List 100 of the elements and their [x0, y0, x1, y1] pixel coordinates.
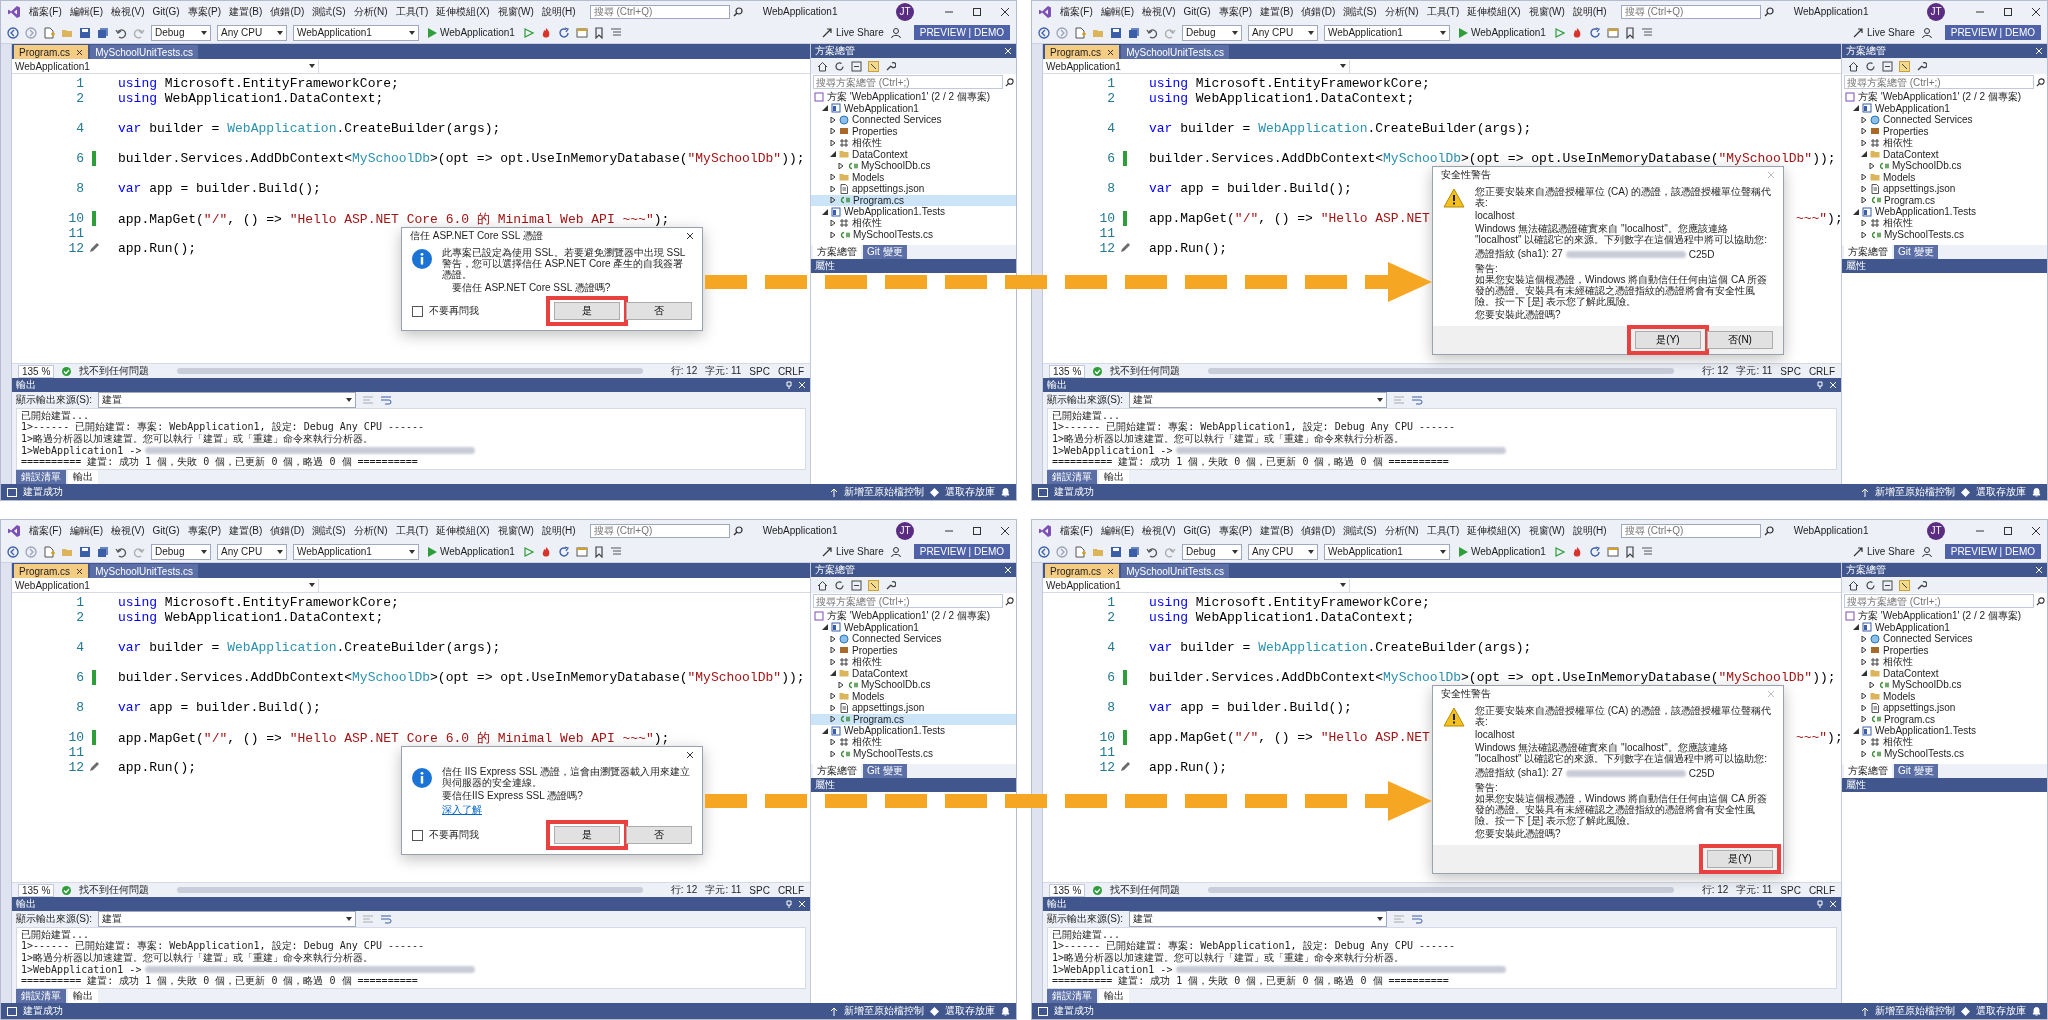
back-icon[interactable]: [1038, 26, 1050, 39]
bell-icon[interactable]: [1001, 1006, 1010, 1016]
tree-item[interactable]: 相依性: [1842, 137, 2047, 149]
panel-tab[interactable]: Git 變更: [863, 764, 907, 778]
menu-item[interactable]: 檔案(F): [29, 523, 62, 538]
platform-dropdown[interactable]: Any CPU: [217, 24, 287, 41]
line-ending[interactable]: CRLF: [777, 884, 804, 896]
output-source-dropdown[interactable]: 建置: [98, 392, 357, 408]
configuration-dropdown[interactable]: Debug: [1182, 543, 1242, 560]
platform-dropdown[interactable]: Any CPU: [217, 543, 287, 560]
expander-icon[interactable]: [830, 739, 836, 746]
menu-item[interactable]: 檔案(F): [29, 4, 62, 19]
expander-icon[interactable]: [830, 128, 836, 135]
expander-icon[interactable]: [1861, 716, 1867, 723]
menu-item[interactable]: 測試(S): [312, 4, 346, 19]
dialog-button[interactable]: 否: [626, 302, 692, 320]
browser-icon[interactable]: [1606, 26, 1619, 39]
expander-icon[interactable]: [830, 139, 836, 146]
repository-button[interactable]: 選取存放庫: [945, 485, 995, 499]
menu-item[interactable]: 建置(B): [229, 4, 263, 19]
menu-item[interactable]: 建置(B): [229, 523, 263, 538]
startup-project-dropdown[interactable]: WebApplication1: [1324, 543, 1450, 560]
menu-item[interactable]: 偵錯(D): [270, 523, 305, 538]
project-navigation-dropdown[interactable]: WebApplication1: [12, 59, 319, 73]
save-all-icon[interactable]: [1128, 26, 1140, 39]
expander-icon[interactable]: [830, 670, 836, 677]
bell-icon[interactable]: [2032, 1006, 2041, 1016]
menu-item[interactable]: 偵錯(D): [1301, 4, 1336, 19]
pencil-icon[interactable]: [1119, 242, 1131, 254]
pin-icon[interactable]: [1816, 381, 1824, 389]
menu-item[interactable]: 視窗(W): [497, 4, 534, 19]
expander-icon[interactable]: [1869, 681, 1875, 688]
menu-item[interactable]: Git(G): [1183, 525, 1211, 536]
menu-item[interactable]: 分析(N): [353, 523, 388, 538]
menu-item[interactable]: 編輯(E): [1100, 523, 1135, 538]
menu-item[interactable]: 專案(P): [1218, 523, 1253, 538]
close-icon[interactable]: [2031, 6, 2041, 17]
new-file-icon[interactable]: [43, 26, 55, 39]
menu-item[interactable]: 專案(P): [187, 523, 222, 538]
panel-tab[interactable]: Git 變更: [1894, 764, 1938, 778]
browser-icon[interactable]: [575, 26, 588, 39]
play-outline-icon[interactable]: [1554, 27, 1565, 38]
tree-item[interactable]: 相依性: [811, 137, 1016, 149]
checkbox[interactable]: [412, 829, 423, 841]
word-wrap-icon[interactable]: [1411, 914, 1424, 924]
menu-item[interactable]: 專案(P): [1218, 4, 1253, 19]
panel-tab[interactable]: 方案總管: [1844, 245, 1892, 259]
bookmark-icon[interactable]: [1624, 545, 1635, 558]
tree-item[interactable]: Program.cs: [1842, 194, 2047, 206]
menu-item[interactable]: 視窗(W): [497, 523, 534, 538]
tree-item[interactable]: WebApplication1.Tests: [811, 206, 1016, 218]
menu-item[interactable]: 分析(N): [353, 4, 388, 19]
expander-icon[interactable]: [1861, 128, 1867, 135]
menu-item[interactable]: Git(G): [1183, 6, 1211, 17]
run-button[interactable]: WebApplication1: [1456, 546, 1549, 557]
tree-item[interactable]: Properties: [811, 125, 1016, 137]
tree-item[interactable]: WebApplication1: [1842, 621, 2047, 633]
expander-icon[interactable]: [1861, 647, 1867, 654]
tree-item[interactable]: DataContext: [811, 667, 1016, 679]
checkbox[interactable]: [412, 305, 423, 317]
zoom-level[interactable]: 135 %: [18, 883, 55, 897]
whitespace-mode[interactable]: SPC: [749, 365, 770, 377]
bookmark-icon[interactable]: [593, 26, 604, 39]
close-icon[interactable]: [1000, 525, 1010, 536]
tree-item[interactable]: Connected Services: [811, 633, 1016, 645]
new-file-icon[interactable]: [1074, 545, 1086, 558]
panel-tab[interactable]: 方案總管: [1844, 764, 1892, 778]
undo-icon[interactable]: [1146, 545, 1158, 558]
collapse-icon[interactable]: [851, 579, 862, 591]
horizontal-scrollbar[interactable]: [177, 887, 643, 893]
pin-icon[interactable]: [785, 900, 793, 908]
menu-item[interactable]: 延伸模組(X): [1467, 4, 1521, 19]
platform-dropdown[interactable]: Any CPU: [1248, 543, 1318, 560]
tree-item[interactable]: MySchoolDb.cs: [811, 160, 1016, 172]
live-share-button[interactable]: Live Share: [821, 27, 884, 38]
wrench-icon[interactable]: [1916, 579, 1927, 591]
tree-item[interactable]: DataContext: [811, 148, 1016, 160]
menu-item[interactable]: 建置(B): [1260, 4, 1294, 19]
document-tab[interactable]: MySchoolUnitTests.cs: [1121, 564, 1229, 578]
word-wrap-icon[interactable]: [1411, 395, 1424, 405]
horizontal-scrollbar[interactable]: [1208, 368, 1674, 374]
document-tab[interactable]: Program.cs: [14, 45, 89, 59]
tree-item[interactable]: 方案 'WebApplication1' (2 / 2 個專案): [1842, 610, 2047, 622]
tree-item[interactable]: 相依性: [1842, 217, 2047, 229]
document-tab[interactable]: Program.cs: [1045, 45, 1120, 59]
expander-icon[interactable]: [1853, 208, 1859, 215]
tree-item[interactable]: MySchoolTests.cs: [811, 748, 1016, 760]
line-ending[interactable]: CRLF: [1808, 365, 1835, 377]
dialog-button[interactable]: 是(Y): [1635, 331, 1701, 349]
expander-icon[interactable]: [830, 116, 836, 123]
pencil-icon[interactable]: [88, 761, 100, 773]
bell-icon[interactable]: [1001, 487, 1010, 497]
expander-icon[interactable]: [838, 162, 844, 169]
new-file-icon[interactable]: [43, 545, 55, 558]
zoom-level[interactable]: 135 %: [1049, 883, 1086, 897]
tree-item[interactable]: Models: [1842, 171, 2047, 183]
tree-item[interactable]: 相依性: [1842, 656, 2047, 668]
document-tab[interactable]: MySchoolUnitTests.cs: [1121, 45, 1229, 59]
tree-item[interactable]: Program.cs: [811, 713, 1016, 725]
tree-item[interactable]: Properties: [811, 644, 1016, 656]
